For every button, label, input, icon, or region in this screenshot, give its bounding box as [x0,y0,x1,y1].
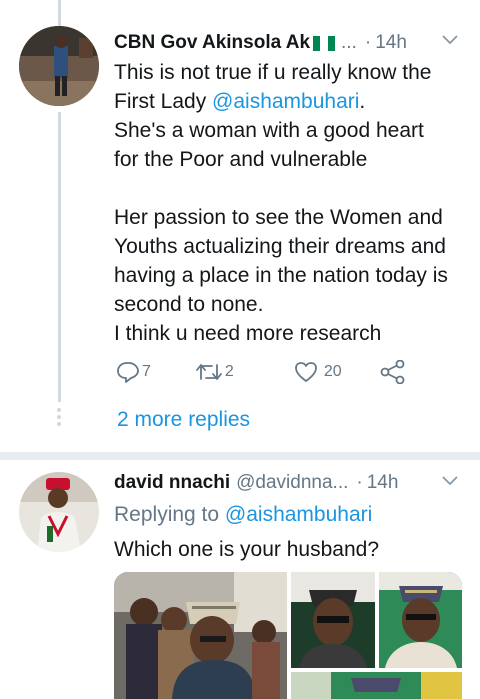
text-line: second to none. [114,293,264,316]
avatar-photo [19,26,99,106]
share-icon [380,360,405,384]
reply-count: 7 [142,363,151,380]
like-count: 20 [323,363,342,380]
reply-icon [117,362,139,383]
retweet-icon [196,364,222,380]
media-grid[interactable] [114,572,462,699]
timestamp[interactable]: 14h [367,472,399,494]
text-line: She's a woman with a good heart [114,119,424,142]
tweet-text: Which one is your husband? [114,538,379,561]
tweet-header: CBN Gov Akinsola Ak ... · 14h [114,32,468,54]
avatar[interactable] [19,472,99,552]
name-ellipsis: ... [341,32,357,53]
timestamp[interactable]: 14h [375,32,407,54]
retweet-count: 2 [224,363,234,380]
replying-prefix: Replying to [114,503,225,526]
text-segment: First Lady [114,90,213,113]
author-name[interactable]: david nnachi [114,472,230,494]
retweet-button[interactable]: 2 [195,361,234,383]
caret-down-icon[interactable] [442,35,458,45]
author-name[interactable]: CBN Gov Akinsola Ak [114,32,310,54]
tweet-2[interactable]: david nnachi @davidnna... · 14h Replying… [0,460,480,699]
text-line: for the Poor and vulnerable [114,148,368,171]
tweet-header: david nnachi @davidnna... · 14h [114,472,468,494]
media-photo-1[interactable] [114,572,287,699]
text-line: This is not true if u really know the [114,61,432,84]
text-line: Youths actualizing their dreams and [114,235,446,258]
text-segment: . [359,90,366,113]
author-handle[interactable]: @davidnna... [236,472,348,494]
media-photo-3[interactable] [379,572,462,668]
mention-link[interactable]: @aishambuhari [212,90,359,113]
separator-dot: · [356,472,363,493]
text-line: Her passion to see the Women and [114,206,443,229]
like-button[interactable]: 20 [294,361,342,383]
tweet-1[interactable]: CBN Gov Akinsola Ak ... · 14h This is no… [0,0,480,452]
text-line: having a place in the nation today is [114,264,448,287]
text-line: I think u need more research [114,322,382,345]
media-photo-2[interactable] [291,572,375,668]
replying-to: Replying to @aishambuhari [114,500,470,529]
heart-icon [294,362,317,382]
separator-dot: · [364,32,372,53]
more-replies-link[interactable]: 2 more replies [117,408,250,432]
tweet-actions: 7 2 20 [116,360,406,384]
avatar-photo [19,472,99,552]
text-line: First Lady @aishambuhari. [114,87,470,116]
caret-down-icon[interactable] [442,476,458,486]
tweet-divider [0,452,480,460]
avatar[interactable] [19,26,99,106]
share-button[interactable] [380,360,406,384]
tweet-text: This is not true if u really know the Fi… [114,58,470,348]
mention-link[interactable]: @aishambuhari [225,503,372,526]
reply-button[interactable]: 7 [116,361,151,383]
media-photo-4[interactable] [291,672,462,699]
nigeria-flag-icon [313,35,336,51]
